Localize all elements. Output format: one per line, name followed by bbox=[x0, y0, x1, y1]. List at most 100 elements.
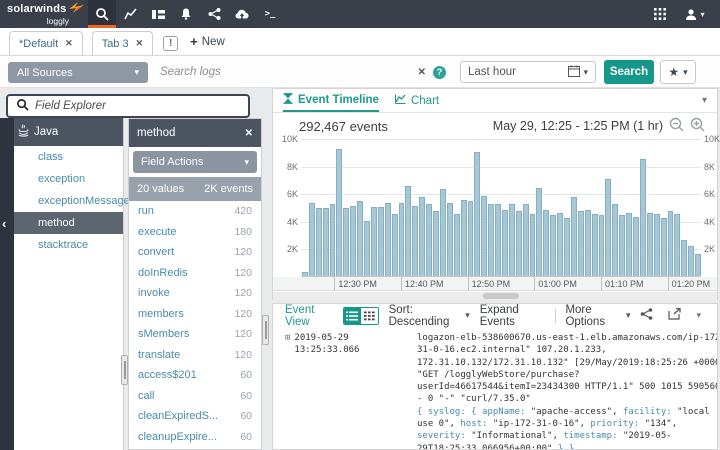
time-range-picker[interactable]: Last hour ▾ bbox=[460, 61, 596, 83]
help-icon[interactable]: ? bbox=[433, 66, 446, 79]
field-panel-title: method bbox=[137, 127, 175, 139]
nav-search[interactable] bbox=[88, 0, 116, 28]
user-menu-button[interactable]: ▾ bbox=[678, 8, 712, 21]
field-value-name[interactable]: translate bbox=[138, 349, 180, 361]
events-count-text: 292,467 events bbox=[299, 119, 388, 134]
user-icon bbox=[685, 8, 698, 21]
panel-resize-handle[interactable] bbox=[121, 355, 128, 385]
tab-default[interactable]: *Default ✕ bbox=[9, 31, 83, 55]
tree-item-class[interactable]: class bbox=[14, 146, 123, 168]
apps-grid-button[interactable] bbox=[646, 8, 674, 20]
expand-events-button[interactable]: Expand Events bbox=[480, 304, 545, 328]
all-sources-dropdown[interactable]: All Sources ▾ bbox=[8, 62, 148, 83]
tab-3[interactable]: Tab 3 ✕ bbox=[92, 31, 153, 55]
list-view-button[interactable] bbox=[344, 308, 361, 324]
x-tick bbox=[668, 277, 669, 291]
field-value-name[interactable]: invoke bbox=[138, 287, 170, 299]
nav-live-tail[interactable]: >_ bbox=[256, 0, 284, 28]
field-value-count: 120 bbox=[234, 246, 252, 258]
chart-bar bbox=[309, 203, 315, 276]
nav-alerts[interactable] bbox=[172, 0, 200, 28]
field-value-name[interactable]: cleanupExpire... bbox=[138, 431, 217, 443]
panel-resize-handle[interactable] bbox=[262, 315, 269, 345]
field-value-name[interactable]: access$201 bbox=[138, 369, 197, 381]
search-logs-input[interactable]: Search logs ✕ ? bbox=[150, 61, 452, 83]
chart-bar bbox=[433, 211, 439, 276]
solarwinds-loggly-logo[interactable]: solarwinds loggly bbox=[0, 0, 88, 28]
field-value-name[interactable]: convert bbox=[138, 246, 174, 258]
share-icon[interactable] bbox=[640, 308, 653, 323]
log-event: ⊞ 2019-05-29 13:25:33.066 logazon-elb-53… bbox=[273, 327, 717, 450]
field-tree-root[interactable]: Java bbox=[14, 118, 123, 146]
log-line: use 0", host: "ip-172-31-0-16", priority… bbox=[417, 418, 718, 430]
nav-dashboards[interactable] bbox=[144, 0, 172, 28]
tab-event-timeline-label: Event Timeline bbox=[298, 94, 379, 106]
field-value-row: translate120 bbox=[129, 345, 261, 366]
tree-item-exception[interactable]: exception bbox=[14, 168, 123, 190]
hourglass-icon bbox=[283, 93, 293, 107]
nav-charts[interactable] bbox=[116, 0, 144, 28]
tree-item-method[interactable]: method bbox=[14, 212, 123, 234]
close-icon[interactable]: ✕ bbox=[65, 38, 73, 49]
nav-source-setup[interactable] bbox=[228, 0, 256, 28]
close-icon[interactable]: ✕ bbox=[245, 128, 253, 139]
field-value-name[interactable]: doInRedis bbox=[138, 267, 188, 279]
tab-overflow-button[interactable]: ! bbox=[163, 36, 178, 51]
collapse-panel-icon[interactable]: ▾ bbox=[702, 95, 707, 106]
chevron-down-icon: ▾ bbox=[583, 67, 588, 78]
field-value-name[interactable]: sMembers bbox=[138, 328, 189, 340]
field-value-name[interactable]: cleanExpiredS... bbox=[138, 410, 218, 422]
field-value-name[interactable]: call bbox=[138, 390, 155, 402]
y-tick-label: 6K bbox=[275, 189, 298, 199]
field-value-count: 60 bbox=[240, 431, 252, 443]
field-value-name[interactable]: execute bbox=[138, 226, 177, 238]
log-line: "GET /logglyWebStore/purchase? bbox=[417, 369, 718, 381]
sort-dropdown[interactable]: Sort: Descending ▾ bbox=[389, 304, 470, 328]
expand-event-icon[interactable]: ⊞ bbox=[285, 332, 290, 450]
zoom-in-icon[interactable] bbox=[690, 117, 705, 135]
grid-view-button[interactable] bbox=[361, 308, 378, 324]
chart-bar bbox=[536, 188, 542, 276]
field-actions-dropdown[interactable]: Field Actions ▾ bbox=[133, 151, 257, 173]
field-explorer-search-input[interactable]: Field Explorer bbox=[6, 94, 250, 118]
search-button[interactable]: Search bbox=[604, 60, 654, 84]
field-value-name[interactable]: members bbox=[138, 308, 184, 320]
chart-bar bbox=[612, 204, 618, 276]
new-tab-button[interactable]: + New bbox=[190, 34, 225, 49]
field-tree-root-label: Java bbox=[34, 126, 58, 138]
chart-bar bbox=[543, 210, 549, 276]
log-line: { syslog: { appName: "apache-access", fa… bbox=[417, 406, 718, 418]
zoom-out-icon[interactable] bbox=[669, 117, 684, 135]
calendar-icon bbox=[568, 65, 580, 80]
chart-bar bbox=[481, 196, 487, 276]
field-values-list: run420execute180convert120doInRedis120in… bbox=[129, 201, 261, 447]
nav-source-groups[interactable] bbox=[200, 0, 228, 28]
chart-bar bbox=[371, 207, 377, 276]
clear-search-icon[interactable]: ✕ bbox=[418, 67, 426, 78]
tab-event-timeline[interactable]: Event Timeline bbox=[283, 89, 379, 112]
new-tab-label: New bbox=[202, 36, 225, 48]
chart-bar bbox=[626, 213, 632, 276]
saved-searches-button[interactable]: ★ ▾ bbox=[660, 60, 696, 84]
chart-bar bbox=[585, 210, 591, 276]
sort-label: Sort: Descending bbox=[389, 304, 462, 328]
close-icon[interactable]: ✕ bbox=[136, 38, 144, 49]
chart-scrollbar[interactable] bbox=[273, 292, 717, 300]
field-value-count: 60 bbox=[240, 390, 252, 402]
field-value-name[interactable]: run bbox=[138, 205, 154, 217]
tree-item-exceptionMessage[interactable]: exceptionMessage bbox=[14, 190, 123, 212]
more-options-dropdown[interactable]: More Options ▾ bbox=[565, 304, 630, 328]
tab-chart[interactable]: Chart bbox=[395, 89, 439, 112]
chart-bar bbox=[461, 200, 467, 276]
x-tick-label: 12:30 PM bbox=[338, 279, 377, 289]
field-value-count: 60 bbox=[240, 410, 252, 422]
chart-bar bbox=[509, 204, 515, 276]
tree-item-stacktrace[interactable]: stacktrace bbox=[14, 234, 123, 256]
chart-bar bbox=[392, 214, 398, 276]
scrollbar-handle[interactable] bbox=[483, 293, 519, 299]
java-icon bbox=[18, 124, 29, 140]
export-icon[interactable] bbox=[668, 308, 681, 323]
collapse-panel-icon[interactable]: ▾ bbox=[696, 310, 701, 321]
y-tick-label: 10K bbox=[275, 134, 298, 144]
collapse-left-icon[interactable]: ‹ bbox=[2, 216, 6, 231]
